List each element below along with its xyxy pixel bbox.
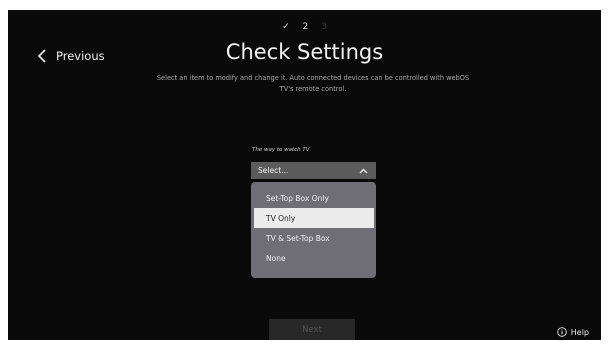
subtitle-line-2: TV's remote control. xyxy=(279,85,347,93)
option-label: Set-Top Box Only xyxy=(266,193,329,203)
step-3: 3 xyxy=(321,22,327,32)
watch-tv-field-label: The way to watch TV xyxy=(252,147,310,153)
setup-screen: ✓ 2 3 Previous Check Settings Select an … xyxy=(8,10,601,340)
help-label: Help xyxy=(570,327,589,337)
subtitle-line-1: Select an item to modify and change it. … xyxy=(156,74,470,82)
watch-tv-select[interactable]: Select... xyxy=(251,162,376,179)
next-button[interactable]: Next xyxy=(269,319,355,340)
step-2-current: 2 xyxy=(302,22,309,32)
page-title: Check Settings xyxy=(225,40,384,64)
option-label: TV & Set-Top Box xyxy=(266,233,330,243)
step-1-done-icon: ✓ xyxy=(282,22,290,32)
option-tv-and-set-top-box[interactable]: TV & Set-Top Box xyxy=(254,228,374,248)
option-tv-only[interactable]: TV Only xyxy=(254,208,374,228)
page-subtitle: Select an item to modify and change it. … xyxy=(118,73,508,95)
help-button[interactable]: Help xyxy=(556,327,589,337)
chevron-up-icon xyxy=(359,168,368,173)
info-circle-icon xyxy=(556,327,567,337)
option-none[interactable]: None xyxy=(254,248,374,268)
step-indicator: ✓ 2 3 xyxy=(8,22,601,32)
option-set-top-box-only[interactable]: Set-Top Box Only xyxy=(254,188,374,208)
option-label: None xyxy=(266,253,286,263)
option-label: TV Only xyxy=(266,213,296,223)
select-value: Select... xyxy=(258,166,289,175)
watch-tv-options-list: Set-Top Box Only TV Only TV & Set-Top Bo… xyxy=(251,182,376,278)
